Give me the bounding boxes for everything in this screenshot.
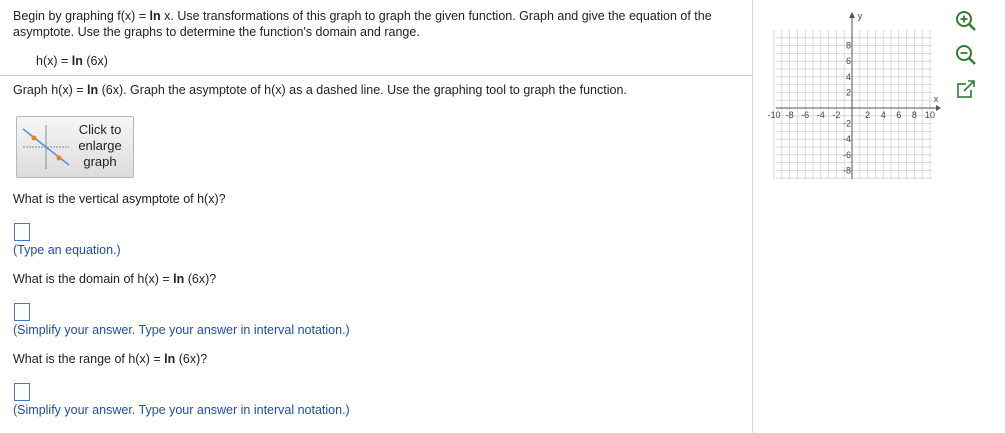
y-tick-label: -6 xyxy=(843,150,851,160)
zoom-out-icon xyxy=(956,45,976,65)
question-range: What is the range of h(x) = ln (6x)? xyxy=(13,352,207,366)
enlarge-graph-button[interactable]: Click to enlarge graph xyxy=(16,116,134,178)
panel-divider xyxy=(752,0,753,433)
zoom-out-button[interactable] xyxy=(953,43,979,67)
range-hint: (Simplify your answer. Type your answer … xyxy=(13,403,350,417)
popout-button[interactable] xyxy=(953,78,979,102)
x-tick-label: -10 xyxy=(767,110,780,120)
graph-thumbnail-icon xyxy=(22,125,70,169)
x-tick-label: -6 xyxy=(801,110,809,120)
y-tick-label: -2 xyxy=(843,119,851,129)
x-tick-label: 4 xyxy=(881,110,886,120)
x-tick-label: -2 xyxy=(832,110,840,120)
graph-background xyxy=(776,30,932,179)
y-axis-label: y xyxy=(858,11,863,21)
x-axis-arrow xyxy=(936,105,941,111)
asymptote-answer-box[interactable] xyxy=(14,223,30,241)
function-arg: (6x) xyxy=(82,54,108,68)
enlarge-label-line1: Click to xyxy=(78,122,122,137)
question-asymptote: What is the vertical asymptote of h(x)? xyxy=(13,192,226,206)
graph-instruction-text-2: (6x). Graph the asymptote of h(x) as a d… xyxy=(98,83,627,97)
range-answer-box[interactable] xyxy=(14,383,30,401)
range-question-ln: ln xyxy=(164,352,176,366)
y-tick-label: 6 xyxy=(846,56,851,66)
function-prefix: h(x) = xyxy=(36,54,72,68)
domain-question-ln: ln xyxy=(173,272,185,286)
asymptote-hint: (Type an equation.) xyxy=(13,243,121,257)
y-tick-label: 8 xyxy=(846,41,851,51)
section-divider xyxy=(0,75,752,76)
graphing-area[interactable]: -10 -8 -6 -4 -2 2 4 6 8 108642-2-4-6-8xy xyxy=(765,10,945,182)
problem-intro: Begin by graphing f(x) = ln x. Use trans… xyxy=(13,8,748,40)
y-tick-label: -8 xyxy=(843,165,851,175)
question-panel: Begin by graphing f(x) = ln x. Use trans… xyxy=(0,0,752,433)
graph-instruction: Graph h(x) = ln (6x). Graph the asymptot… xyxy=(13,83,627,97)
graph-instruction-text-1: Graph h(x) = xyxy=(13,83,87,97)
y-tick-label: 4 xyxy=(846,72,851,82)
x-tick-label: -4 xyxy=(817,110,825,120)
domain-question-prefix: What is the domain of h(x) = xyxy=(13,272,174,286)
x-tick-label: 6 xyxy=(896,110,901,120)
x-tick-label: 2 xyxy=(865,110,870,120)
zoom-in-button[interactable] xyxy=(953,9,979,33)
domain-hint: (Simplify your answer. Type your answer … xyxy=(13,323,350,337)
question-domain: What is the domain of h(x) = ln (6x)? xyxy=(13,272,216,286)
domain-question-suffix: (6x)? xyxy=(184,272,217,286)
x-tick-label: -8 xyxy=(786,110,794,120)
range-question-suffix: (6x)? xyxy=(175,352,208,366)
range-question-prefix: What is the range of h(x) = xyxy=(13,352,165,366)
enlarge-label-line3: graph xyxy=(83,154,117,169)
function-definition: h(x) = ln (6x) xyxy=(36,54,108,68)
x-tick-label: 8 xyxy=(912,110,917,120)
x-axis-label: x xyxy=(934,94,939,104)
x-tick-label: 10 xyxy=(925,110,935,120)
intro-text-1: Begin by graphing f(x) = xyxy=(13,9,150,23)
popout-icon xyxy=(957,80,975,98)
graph-instruction-ln: ln xyxy=(87,83,99,97)
y-tick-label: 2 xyxy=(846,87,851,97)
domain-answer-box[interactable] xyxy=(14,303,30,321)
zoom-in-icon xyxy=(956,11,976,31)
y-tick-label: -4 xyxy=(843,134,851,144)
intro-ln: ln xyxy=(149,9,161,23)
enlarge-label: Click to enlarge graph xyxy=(71,122,129,170)
enlarge-label-line2: enlarge xyxy=(78,138,122,153)
y-axis-arrow xyxy=(849,12,855,18)
function-ln: ln xyxy=(71,54,83,68)
